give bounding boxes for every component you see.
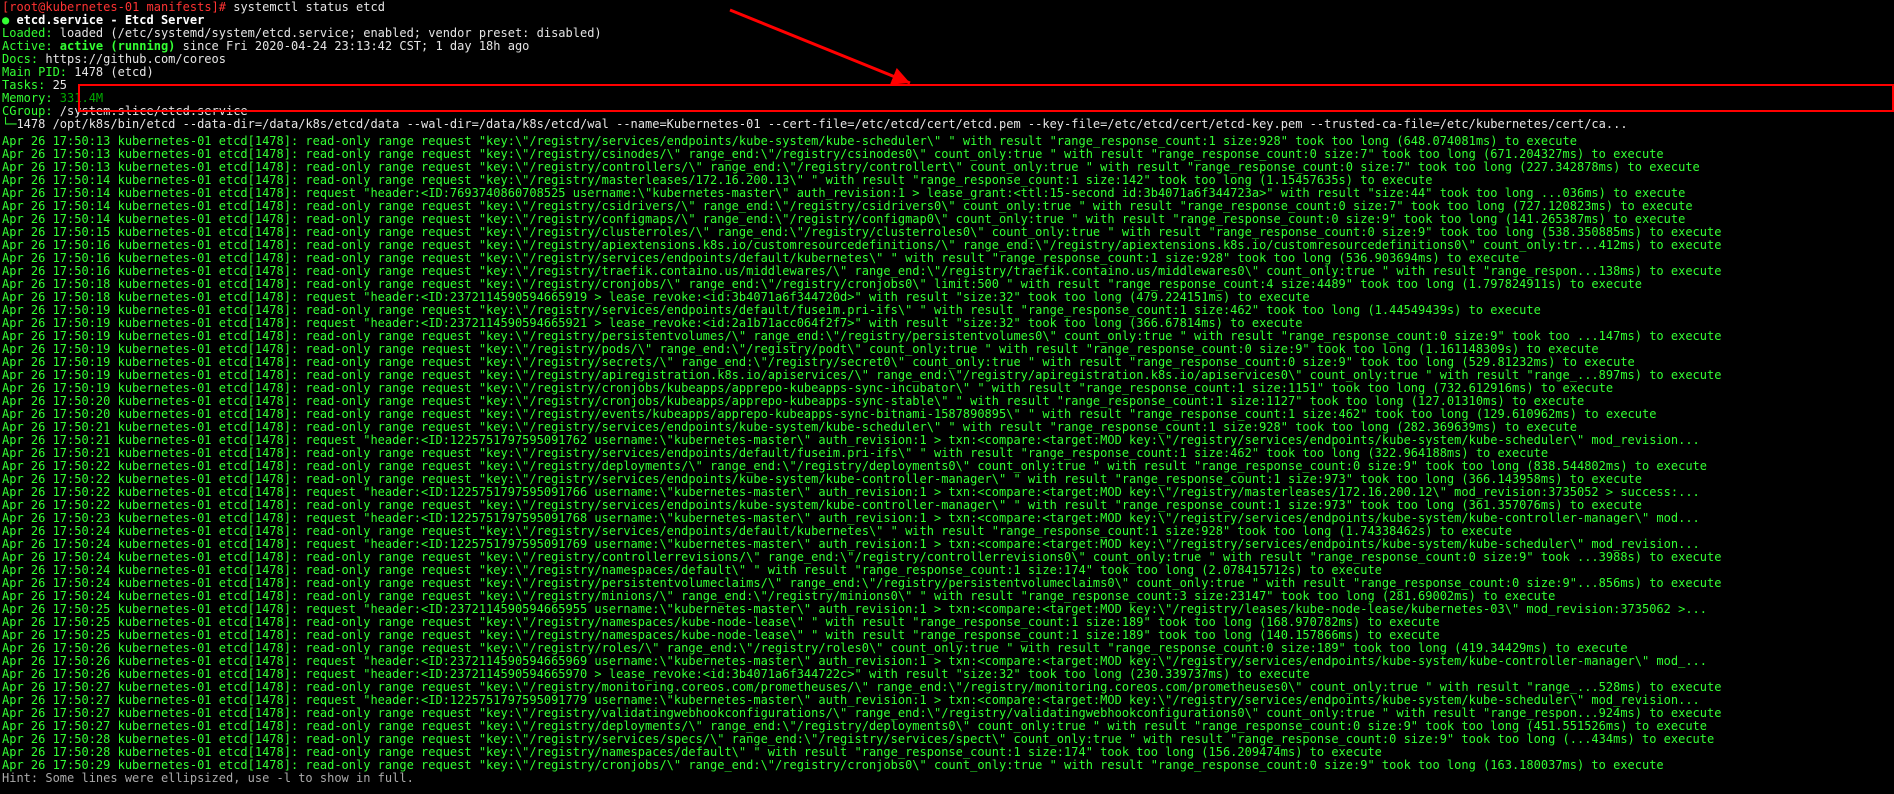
cgroup-leaf-value: 1478 /opt/k8s/bin/etcd --data-dir=/data/… (16, 117, 1627, 131)
loaded-label: Loaded: (2, 26, 60, 40)
active-label: Active: (2, 39, 60, 53)
prompt-user: root (9, 0, 38, 14)
prompt-line: [root@kubernetes-01 manifests]# systemct… (2, 1, 1892, 14)
active-line: Active: active (running) since Fri 2020-… (2, 40, 1892, 53)
loaded-value: loaded (/etc/systemd/system/etcd.service… (60, 26, 602, 40)
mainpid-value: 1478 (etcd) (74, 65, 153, 79)
cgroup-label: CGroup: (2, 104, 60, 118)
prompt-hash: ]# (212, 0, 234, 14)
tasks-value: 25 (53, 78, 67, 92)
active-state: active (running) (60, 39, 176, 53)
memory-value: 331.4M (60, 91, 103, 105)
hint-line: Hint: Some lines were ellipsized, use -l… (2, 772, 1892, 785)
terminal-screen[interactable]: [root@kubernetes-01 manifests]# systemct… (0, 0, 1894, 786)
memory-line: Memory: 331.4M (2, 92, 1892, 105)
mainpid-label: Main PID: (2, 65, 74, 79)
docs-value: https://github.com/coreos (45, 52, 226, 66)
mainpid-line: Main PID: 1478 (etcd) (2, 66, 1892, 79)
prompt-host: kubernetes-01 (45, 0, 139, 14)
cgroup-leaf-line: └─1478 /opt/k8s/bin/etcd --data-dir=/dat… (2, 118, 1892, 131)
log-output: Apr 26 17:50:13 kubernetes-01 etcd[1478]… (2, 135, 1892, 772)
command-text: systemctl status etcd (233, 0, 385, 14)
tasks-line: Tasks: 25 (2, 79, 1892, 92)
docs-line: Docs: https://github.com/coreos (2, 53, 1892, 66)
prompt-path: manifests (139, 0, 211, 14)
memory-label: Memory: (2, 91, 60, 105)
tasks-label: Tasks: (2, 78, 53, 92)
cgroup-leaf-prefix: └─ (2, 117, 16, 131)
cgroup-value: /system.slice/etcd.service (60, 104, 248, 118)
docs-label: Docs: (2, 52, 45, 66)
active-since: since Fri 2020-04-24 23:13:42 CST; 1 day… (175, 39, 529, 53)
unit-name: etcd.service - Etcd Server (16, 13, 204, 27)
